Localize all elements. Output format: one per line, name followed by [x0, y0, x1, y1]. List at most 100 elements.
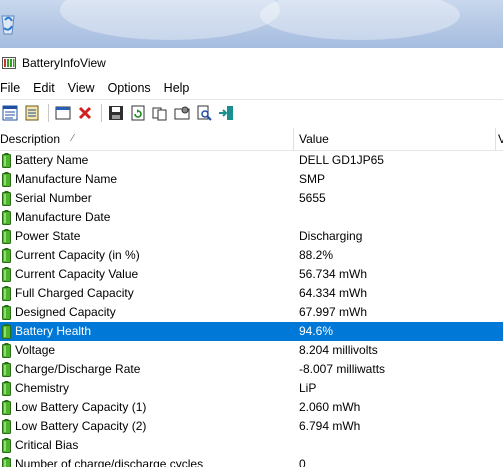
row-value: 6.794 mWh — [299, 417, 360, 436]
toolbar-separator — [101, 104, 102, 122]
table-body: Battery NameDELL GD1JP65Manufacture Name… — [0, 151, 503, 467]
battery-icon — [2, 153, 11, 168]
save-icon — [108, 105, 124, 121]
menu-file[interactable]: File — [0, 81, 25, 95]
row-description: Critical Bias — [15, 436, 78, 455]
row-description: Current Capacity Value — [15, 265, 138, 284]
row-description: Battery Name — [15, 151, 88, 170]
row-description: Number of charge/discharge cycles — [15, 455, 203, 467]
row-description: Full Charged Capacity — [15, 284, 134, 303]
table-row[interactable]: Manufacture Date — [0, 208, 503, 227]
refresh-icon — [130, 105, 146, 121]
battery-icon — [2, 381, 11, 396]
delete-button[interactable] — [75, 103, 95, 123]
row-description: Power State — [15, 227, 80, 246]
table-row[interactable]: Critical Bias — [0, 436, 503, 455]
battery-icon — [2, 457, 11, 467]
row-value: SMP — [299, 170, 325, 189]
row-value: 88.2% — [299, 246, 333, 265]
table-row[interactable]: Manufacture Name SMP — [0, 170, 503, 189]
table-row[interactable]: Current Capacity Value 56.734 mWh — [0, 265, 503, 284]
row-description: Manufacture Name — [15, 170, 117, 189]
row-value: 94.6% — [299, 322, 333, 341]
window-title: BatteryInfoView — [22, 56, 106, 70]
refresh-button[interactable] — [128, 103, 148, 123]
row-value: -8.007 milliwatts — [299, 360, 385, 379]
battery-icon — [2, 286, 11, 301]
battery-icon — [2, 305, 11, 320]
find-button[interactable] — [194, 103, 214, 123]
recycle-bin-icon[interactable] — [0, 6, 18, 36]
row-value: 67.997 mWh — [299, 303, 367, 322]
delete-icon — [77, 105, 93, 121]
row-description: Chemistry — [15, 379, 69, 398]
battery-icon — [2, 267, 11, 282]
title-bar: BatteryInfoView — [0, 48, 503, 78]
table-row[interactable]: Low Battery Capacity (2) 6.794 mWh — [0, 417, 503, 436]
row-value: 0 — [299, 455, 306, 467]
battery-icon — [2, 343, 11, 358]
options-button[interactable] — [172, 103, 192, 123]
row-value: 2.060 mWh — [299, 398, 360, 417]
menu-options[interactable]: Options — [108, 81, 156, 95]
find-icon — [196, 105, 212, 121]
table-row[interactable]: Designed Capacity 67.997 mWh — [0, 303, 503, 322]
menu-help[interactable]: Help — [164, 81, 195, 95]
table-header: Description ⁄ Value V — [0, 128, 503, 151]
battery-icon — [2, 400, 11, 415]
table-row[interactable]: Number of charge/discharge cycles 0 — [0, 455, 503, 467]
row-description: Serial Number — [15, 189, 92, 208]
html-report-button[interactable] — [22, 103, 42, 123]
row-description: Designed Capacity — [15, 303, 116, 322]
row-value: 64.334 mWh — [299, 284, 367, 303]
table-row[interactable]: Current Capacity (in %) 88.2% — [0, 246, 503, 265]
row-value: LiP — [299, 379, 316, 398]
exit-button[interactable] — [216, 103, 236, 123]
table-row[interactable]: Serial Number5655 — [0, 189, 503, 208]
copy-icon — [152, 105, 168, 121]
menu-view[interactable]: View — [68, 81, 100, 95]
battery-app-icon — [2, 57, 16, 69]
row-value: 56.734 mWh — [299, 265, 367, 284]
row-description: Current Capacity (in %) — [15, 246, 140, 265]
row-description: Battery Health — [15, 322, 91, 341]
column-header-next[interactable]: V — [498, 128, 503, 150]
table-row[interactable]: Charge/Discharge Rate-8.007 milliwatts — [0, 360, 503, 379]
table-row[interactable]: Battery Health 94.6% — [0, 322, 503, 341]
toolbar-separator — [48, 104, 49, 122]
toolbar — [0, 99, 503, 126]
copy-button[interactable] — [150, 103, 170, 123]
battery-icon — [2, 248, 11, 263]
table-row[interactable]: Voltage8.204 millivolts — [0, 341, 503, 360]
battery-icon — [2, 324, 11, 339]
options-icon — [174, 105, 190, 121]
desktop-background — [0, 0, 503, 48]
battery-icon — [2, 438, 11, 453]
table-row[interactable]: Full Charged Capacity 64.334 mWh — [0, 284, 503, 303]
row-description: Manufacture Date — [15, 208, 110, 227]
sort-ascending-icon: ⁄ — [72, 128, 74, 150]
battery-icon — [2, 419, 11, 434]
column-header-description[interactable]: Description ⁄ — [0, 128, 294, 150]
column-header-next-label: V — [498, 132, 503, 146]
battery-icon — [2, 172, 11, 187]
properties-icon — [2, 105, 18, 121]
table-row[interactable]: Battery Name DELL GD1JP65 — [0, 151, 503, 170]
window-button[interactable] — [53, 103, 73, 123]
column-header-value-label: Value — [299, 132, 329, 146]
exit-icon — [218, 105, 234, 121]
menu-edit[interactable]: Edit — [33, 81, 60, 95]
row-description: Voltage — [15, 341, 55, 360]
row-value: DELL GD1JP65 — [299, 151, 384, 170]
table-row[interactable]: Power StateDischarging — [0, 227, 503, 246]
properties-button[interactable] — [0, 103, 20, 123]
table-row[interactable]: Low Battery Capacity (1)2.060 mWh — [0, 398, 503, 417]
menu-bar: File Edit View Options Help — [0, 78, 503, 98]
battery-icon — [2, 191, 11, 206]
row-description: Low Battery Capacity (2) — [15, 417, 146, 436]
save-button[interactable] — [106, 103, 126, 123]
column-header-value[interactable]: Value — [299, 128, 496, 150]
battery-icon — [2, 229, 11, 244]
table-row[interactable]: Chemistry LiP — [0, 379, 503, 398]
battery-icon — [2, 362, 11, 377]
